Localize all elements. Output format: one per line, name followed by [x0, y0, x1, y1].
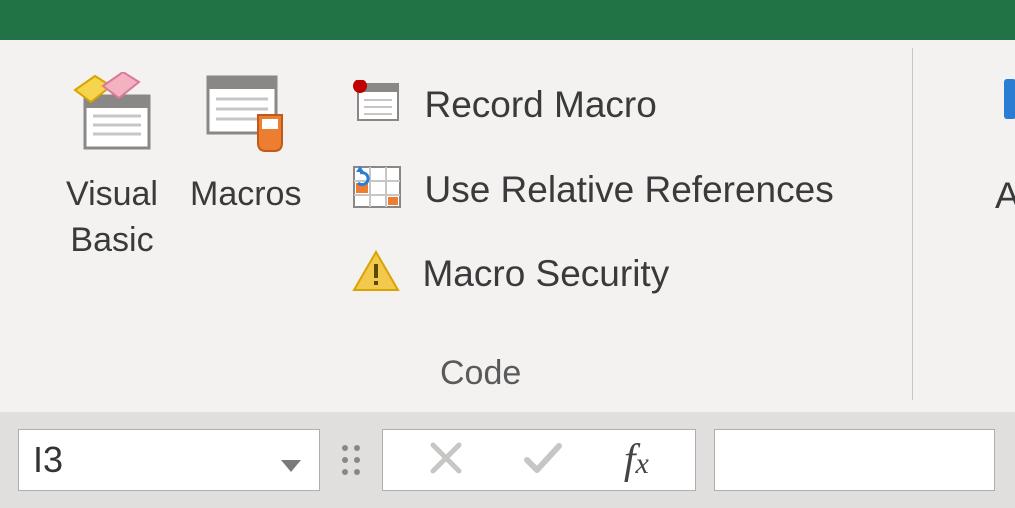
- cancel-icon[interactable]: [429, 441, 463, 480]
- group-label-code: Code: [440, 354, 521, 393]
- relative-references-icon: [352, 165, 402, 214]
- addins-icon: [1004, 79, 1015, 119]
- fx-icon[interactable]: fx: [624, 436, 649, 484]
- dropdown-icon[interactable]: [281, 439, 301, 481]
- formula-buttons: fx: [382, 429, 696, 491]
- name-box-value: I3: [33, 439, 63, 481]
- formula-input[interactable]: [714, 429, 995, 491]
- use-relative-references-label: Use Relative References: [424, 169, 833, 211]
- truncated-label: A: [995, 175, 1015, 217]
- record-macro-label: Record Macro: [424, 84, 656, 126]
- macros-label: Macros: [190, 172, 301, 218]
- macros-icon: [200, 65, 292, 160]
- visual-basic-label: Visual Basic: [66, 172, 158, 264]
- record-macro-button[interactable]: Record Macro: [352, 80, 833, 129]
- name-box[interactable]: I3: [18, 429, 320, 491]
- title-bar: [0, 0, 1015, 40]
- visual-basic-button[interactable]: Visual Basic: [50, 65, 174, 264]
- record-macro-icon: [352, 80, 402, 129]
- macro-security-icon: [352, 250, 400, 297]
- macro-security-label: Macro Security: [422, 253, 669, 295]
- use-relative-references-button[interactable]: Use Relative References: [352, 165, 833, 214]
- macro-security-button[interactable]: Macro Security: [352, 250, 833, 297]
- macros-button[interactable]: Macros: [174, 65, 317, 218]
- drag-handle-icon[interactable]: [342, 445, 360, 475]
- formula-bar: I3 fx: [0, 412, 1015, 508]
- visual-basic-icon: [67, 65, 157, 160]
- group-divider: [912, 48, 913, 400]
- enter-icon[interactable]: [523, 442, 563, 479]
